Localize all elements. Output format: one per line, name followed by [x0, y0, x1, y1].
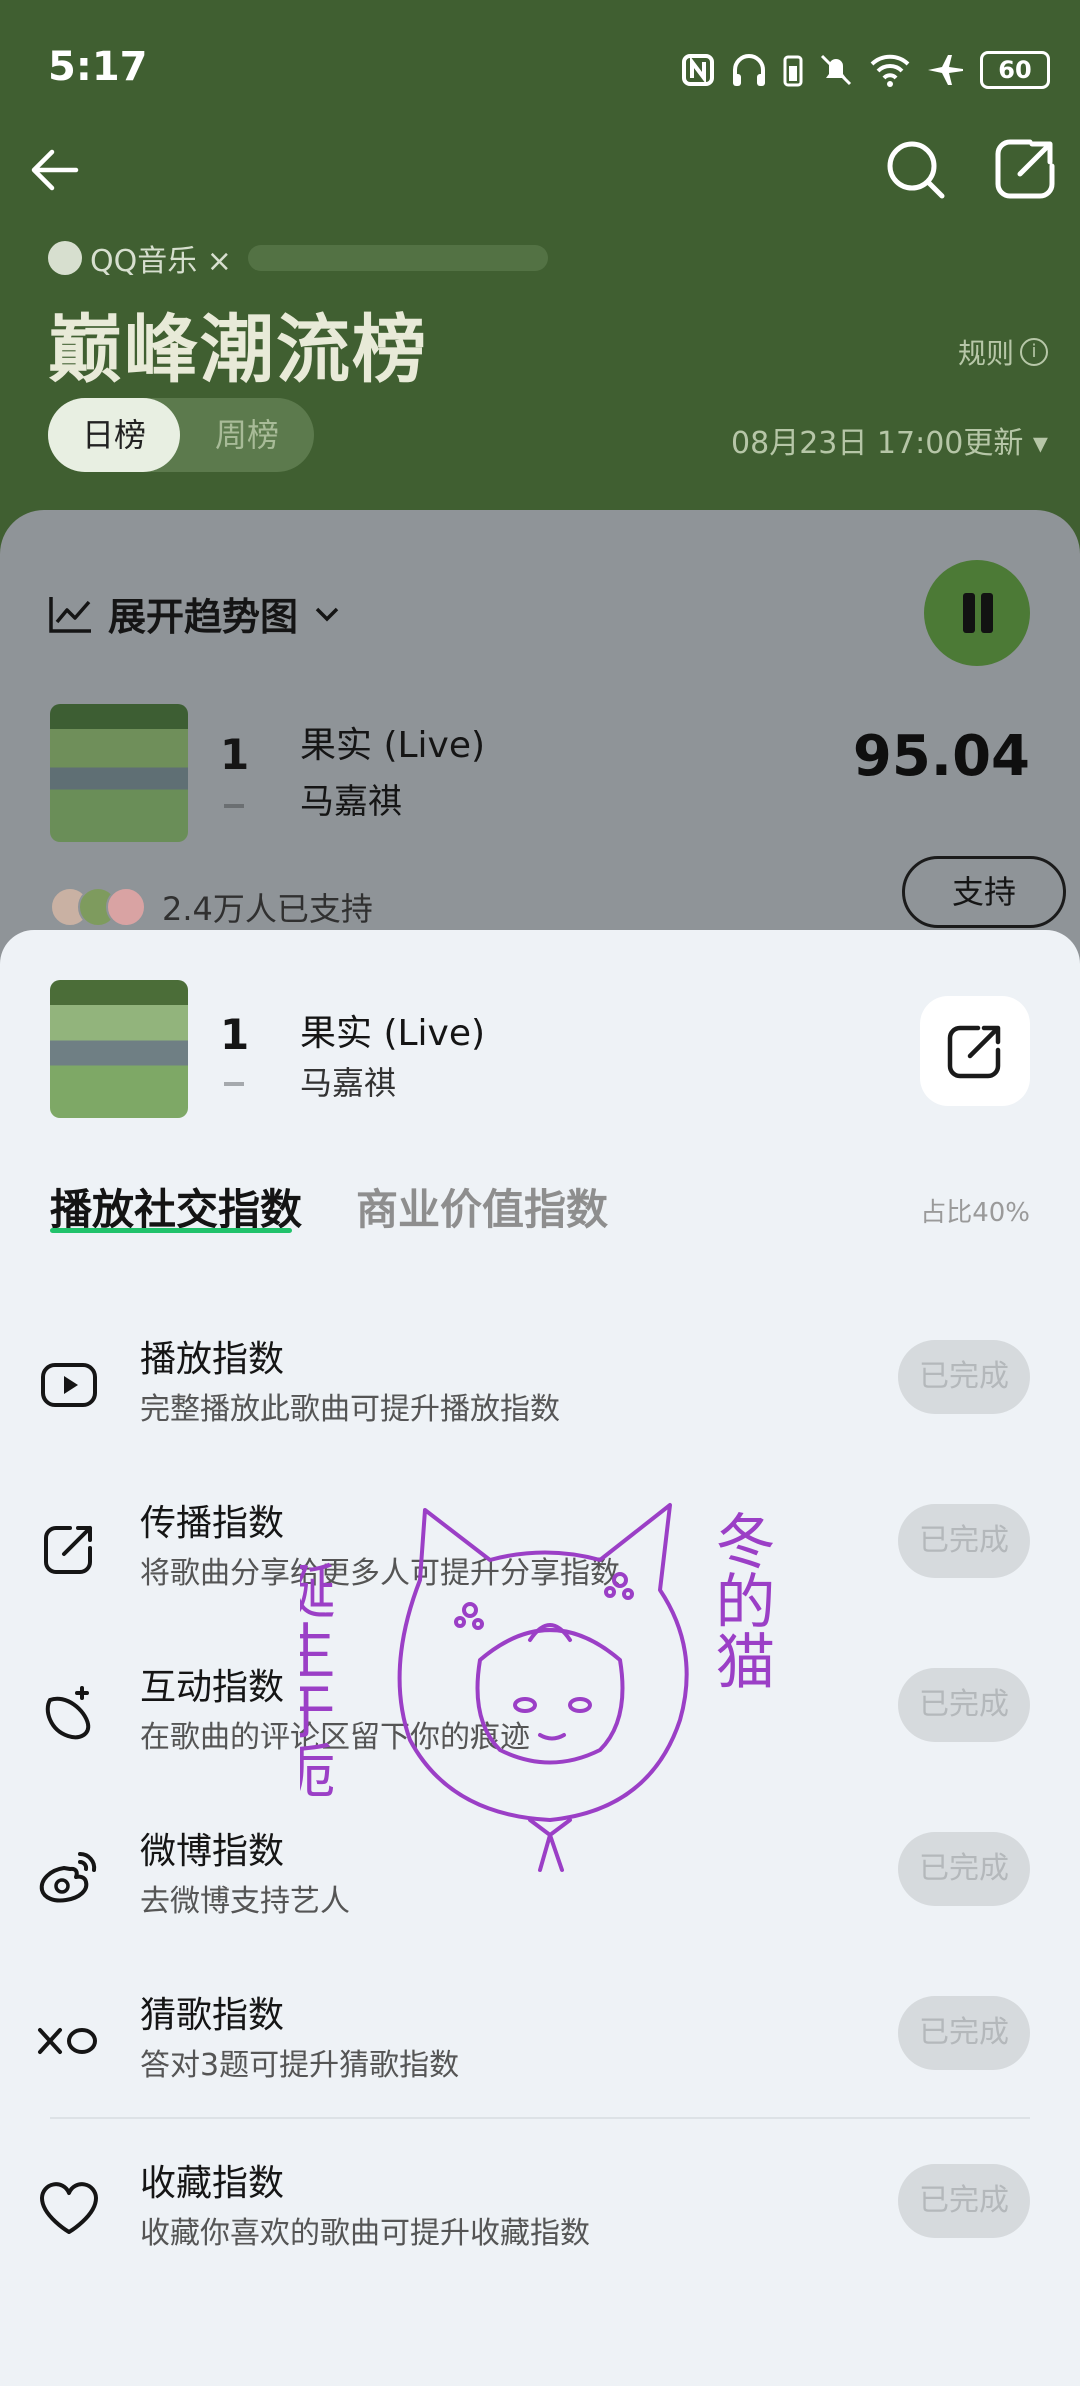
watermark-right-text: 冬的猫: [705, 1510, 775, 1690]
tab-daily[interactable]: 日榜: [48, 398, 180, 472]
task-completed-button[interactable]: 已完成: [898, 2164, 1030, 2238]
share-icon[interactable]: [992, 136, 1058, 202]
task-title: 收藏指数: [140, 2163, 285, 2204]
weight-ratio: 占比40%: [920, 1198, 1030, 1228]
headphones-icon: [733, 54, 765, 86]
heart-icon: [40, 2182, 98, 2234]
weibo-icon: [39, 1851, 97, 1903]
song-title: 果实 (Live): [300, 1013, 486, 1054]
interaction-icon: [45, 1686, 91, 1740]
brand-logo-row: QQ音乐 ×: [48, 236, 548, 280]
task-title: 互动指数: [140, 1667, 285, 1708]
task-completed-button[interactable]: 已完成: [898, 1504, 1030, 1578]
task-row-play: 播放指数 完整播放此歌曲可提升播放指数 已完成: [0, 1330, 1080, 1450]
task-description: 答对3题可提升猜歌指数: [140, 2048, 460, 2083]
brand-label: QQ音乐 ×: [90, 244, 232, 279]
chevron-down-icon: [315, 607, 339, 621]
task-title: 猜歌指数: [140, 1995, 285, 2036]
rank-change-indicator: [224, 804, 244, 808]
rank-change-indicator: [224, 1082, 244, 1086]
expand-trend-toggle[interactable]: 展开趋势图: [48, 586, 342, 641]
supporters-row: 2.4万人已支持: [50, 884, 373, 930]
song-title[interactable]: 果实 (Live): [300, 716, 485, 768]
share-button[interactable]: [920, 996, 1030, 1106]
task-description: 去微博支持艺人: [140, 1884, 350, 1919]
support-button[interactable]: 支持: [902, 856, 1066, 928]
rank-number: 1: [220, 730, 250, 779]
airplane-icon: [928, 55, 963, 85]
supporter-avatars: [50, 887, 146, 927]
update-time-label: 08月23日 17:00更新: [731, 426, 1024, 461]
info-icon: i: [1020, 338, 1048, 366]
task-completed-button[interactable]: 已完成: [898, 1668, 1030, 1742]
chart-score: 95.04: [852, 724, 1030, 789]
tab-weekly[interactable]: 周榜: [180, 398, 314, 472]
supporters-count: 2.4万人已支持: [162, 890, 373, 928]
search-icon[interactable]: [882, 136, 948, 202]
blurred-partner-logo: [247, 245, 548, 271]
status-time: 5:17: [48, 44, 148, 90]
trend-label: 展开趋势图: [108, 595, 299, 639]
album-cover: [50, 980, 188, 1118]
back-arrow-icon[interactable]: [26, 140, 86, 200]
mute-bell-icon: [820, 54, 852, 86]
play-icon: [41, 1363, 97, 1407]
wifi-icon: [870, 54, 910, 87]
battery-indicator: 60: [980, 51, 1050, 89]
task-title: 微博指数: [140, 1831, 285, 1872]
task-title: 播放指数: [140, 1339, 285, 1380]
task-completed-button[interactable]: 已完成: [898, 1340, 1030, 1414]
song-artist[interactable]: 马嘉祺: [300, 774, 402, 823]
task-row-favorite: 收藏指数 收藏你喜欢的歌曲可提升收藏指数 已完成: [0, 2154, 1080, 2274]
section-divider: [50, 2117, 1030, 2119]
page-title: 巅峰潮流榜: [48, 307, 428, 393]
task-completed-button[interactable]: 已完成: [898, 1996, 1030, 2070]
task-title: 传播指数: [140, 1503, 285, 1544]
active-tab-indicator: [50, 1228, 292, 1233]
task-description: 完整播放此歌曲可提升播放指数: [140, 1392, 560, 1427]
watermark-left-text: 诞生于栀: [300, 1560, 335, 1800]
rules-link[interactable]: 规则 i: [958, 332, 1048, 372]
tab-commercial-value-index[interactable]: 商业价值指数: [356, 1176, 608, 1237]
rank-number: 1: [220, 1010, 250, 1059]
period-tabs: 日榜 周榜: [48, 398, 314, 472]
album-cover[interactable]: [50, 704, 188, 842]
nfc-icon: [682, 54, 714, 86]
task-description: 收藏你喜欢的歌曲可提升收藏指数: [140, 2216, 590, 2251]
song-artist: 马嘉祺: [300, 1064, 397, 1102]
pause-button[interactable]: [924, 560, 1030, 666]
share-icon: [44, 1526, 92, 1574]
task-completed-button[interactable]: 已完成: [898, 1832, 1030, 1906]
cat-watermark-stamp: 诞生于栀 冬的猫: [300, 1503, 775, 1872]
qq-music-logo-icon: [48, 241, 82, 275]
update-time-dropdown[interactable]: 08月23日 17:00更新 ▾: [731, 418, 1048, 462]
share-icon: [947, 1025, 1001, 1079]
rules-label: 规则: [957, 337, 1014, 370]
avatar: [106, 887, 146, 927]
status-icons: 60: [680, 44, 1050, 96]
task-row-guess: 猜歌指数 答对3题可提升猜歌指数 已完成: [0, 1986, 1080, 2106]
guess-icon: [38, 2028, 97, 2054]
device-battery-icon: [783, 55, 803, 87]
trend-chart-icon: [49, 596, 91, 633]
